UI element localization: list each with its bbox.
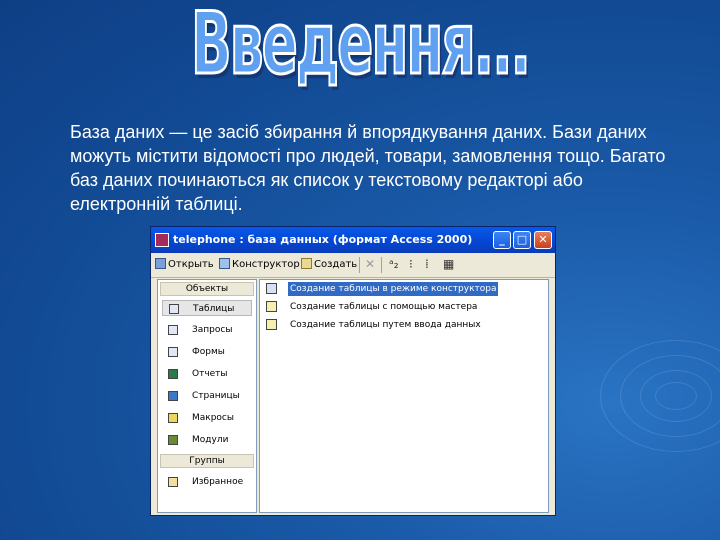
table-icon [169, 304, 179, 314]
minimize-button[interactable]: _ [493, 231, 511, 249]
open-label: Открыть [168, 259, 214, 270]
access-app-icon [155, 233, 169, 247]
sidebar-item-label: Страницы [192, 391, 240, 401]
ripple-decoration [655, 382, 697, 410]
create-button[interactable]: Создать [301, 258, 357, 270]
sidebar-item-tables[interactable]: Таблицы [162, 300, 252, 316]
toolbar-separator [381, 257, 382, 273]
list-item[interactable]: Создание таблицы с помощью мастера [264, 300, 544, 314]
open-icon [155, 258, 166, 269]
close-button[interactable]: ✕ [534, 231, 552, 249]
create-icon [301, 258, 312, 269]
list-item[interactable]: Создание таблицы в режиме конструктора [264, 282, 544, 296]
objects-header[interactable]: Объекты [160, 282, 254, 296]
sidebar-item-macros[interactable]: Макросы [162, 410, 252, 426]
database-toolbar: Открыть Конструктор Создать ✕ ᵃ₂ ⁝ ⁞ ▦ [151, 253, 555, 278]
design-button[interactable]: Конструктор [219, 258, 300, 270]
sidebar-item-forms[interactable]: Формы [162, 344, 252, 360]
groups-header[interactable]: Группы [160, 454, 254, 468]
module-icon [168, 435, 178, 445]
maximize-button[interactable]: □ [513, 231, 531, 249]
window-titlebar[interactable]: telephone : база данных (формат Access 2… [151, 227, 555, 253]
sidebar-item-pages[interactable]: Страницы [162, 388, 252, 404]
sidebar-item-queries[interactable]: Запросы [162, 322, 252, 338]
large-icons-view-icon[interactable]: ᵃ₂ [389, 257, 399, 271]
open-button[interactable]: Открыть [155, 258, 214, 270]
objects-list-pane: Создание таблицы в режиме конструктора С… [259, 279, 549, 513]
form-icon [168, 347, 178, 357]
query-icon [168, 325, 178, 335]
small-icons-view-icon[interactable]: ⁝ [409, 257, 413, 271]
sidebar-item-label: Запросы [192, 325, 233, 335]
list-view-icon[interactable]: ⁞ [425, 257, 429, 271]
sidebar-item-label: Формы [192, 347, 225, 357]
page-icon [168, 391, 178, 401]
objects-sidebar: Объекты Таблицы Запросы Формы Отчеты Стр… [157, 279, 257, 513]
slide-body-text: База даних — це засіб збирання й впорядк… [70, 122, 666, 214]
create-label: Создать [314, 259, 358, 270]
sidebar-item-label: Модули [192, 435, 229, 445]
favorites-icon [168, 477, 178, 487]
window-title: telephone : база данных (формат Access 2… [173, 233, 473, 246]
wizard-icon [266, 301, 277, 312]
sidebar-item-label: Макросы [192, 413, 234, 423]
wizard-icon [266, 283, 277, 294]
list-item-label: Создание таблицы с помощью мастера [290, 302, 478, 312]
sidebar-item-label: Отчеты [192, 369, 228, 379]
wizard-icon [266, 319, 277, 330]
sidebar-item-label: Таблицы [193, 304, 235, 314]
list-item-label: Создание таблицы путем ввода данных [290, 320, 481, 330]
design-label: Конструктор [232, 259, 300, 270]
design-icon [219, 258, 230, 269]
sidebar-item-label: Избранное [192, 477, 244, 487]
sidebar-item-modules[interactable]: Модули [162, 432, 252, 448]
details-view-icon[interactable]: ▦ [443, 257, 454, 271]
report-icon [168, 369, 178, 379]
list-item-label: Создание таблицы в режиме конструктора [288, 282, 499, 296]
access-database-window: telephone : база данных (формат Access 2… [150, 226, 556, 516]
delete-icon[interactable]: ✕ [365, 257, 375, 271]
toolbar-separator [359, 257, 360, 273]
sidebar-item-reports[interactable]: Отчеты [162, 366, 252, 382]
macro-icon [168, 413, 178, 423]
sidebar-item-favorites[interactable]: Избранное [162, 474, 252, 490]
list-item[interactable]: Создание таблицы путем ввода данных [264, 318, 544, 332]
slide-title: Введення... [190, 0, 532, 96]
